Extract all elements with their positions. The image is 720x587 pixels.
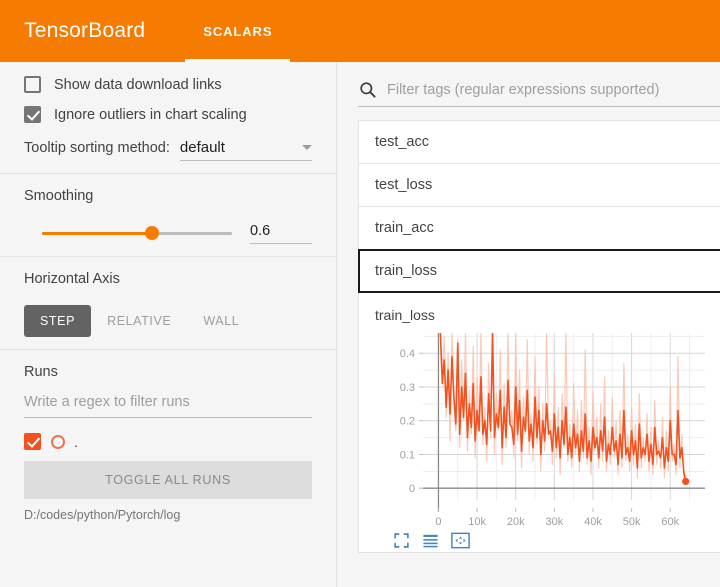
checkbox-ignore-outliers[interactable] <box>24 106 41 123</box>
logdir-path: D:/codes/python/Pytorch/log <box>24 508 181 522</box>
tag-filter-bar[interactable]: Filter tags (regular expressions support… <box>358 62 720 107</box>
axis-option-relative[interactable]: RELATIVE <box>91 305 187 337</box>
label-show-download-links: Show data download links <box>54 76 222 93</box>
svg-text:40k: 40k <box>584 516 602 528</box>
tooltip-sorting-value: default <box>179 139 225 156</box>
chart-toolbar <box>375 530 720 549</box>
toggle-all-runs-button[interactable]: TOGGLE ALL RUNS <box>24 461 312 499</box>
tag-filter-input[interactable]: Filter tags (regular expressions support… <box>387 82 659 98</box>
app-body: Show data download links Ignore outliers… <box>0 62 720 587</box>
data-table-icon[interactable] <box>421 532 440 549</box>
smoothing-slider-fill <box>42 231 153 235</box>
train-loss-chart[interactable]: 0 0.1 0.2 0.3 0.4 0 10k 20k 30k 40k 50k 60k <box>375 325 715 530</box>
runs-title: Runs <box>24 364 58 380</box>
tooltip-sorting-label: Tooltip sorting method: <box>24 140 170 156</box>
app-header: TensorBoard SCALARS <box>0 0 720 62</box>
expand-icon[interactable] <box>393 532 410 549</box>
tab-scalars[interactable]: SCALARS <box>185 0 291 62</box>
tag-card-test-loss[interactable]: test_loss <box>358 163 720 206</box>
horizontal-axis-toggle-group: STEP RELATIVE WALL <box>24 305 312 337</box>
svg-text:30k: 30k <box>545 516 563 528</box>
tooltip-sorting-row: Tooltip sorting method: default <box>24 139 312 161</box>
svg-text:0: 0 <box>409 483 415 495</box>
axis-option-step[interactable]: STEP <box>24 305 92 337</box>
svg-text:10k: 10k <box>468 516 486 528</box>
smoothing-row: 0.6 <box>24 222 312 244</box>
settings-sidebar: Show data download links Ignore outliers… <box>0 62 337 587</box>
run-name: . <box>74 433 78 450</box>
run-checkbox[interactable] <box>24 433 41 450</box>
app-title: TensorBoard <box>24 19 146 42</box>
fit-domain-icon[interactable] <box>451 532 470 549</box>
display-options-section: Show data download links Ignore outliers… <box>0 62 336 174</box>
tag-list: test_acc test_loss train_acc train_loss … <box>358 107 720 553</box>
tag-card-train-acc[interactable]: train_acc <box>358 206 720 249</box>
chevron-down-icon <box>302 145 312 150</box>
tab-bar: SCALARS <box>185 0 291 62</box>
label-ignore-outliers: Ignore outliers in chart scaling <box>54 106 247 123</box>
run-item-dot[interactable]: . <box>24 433 312 450</box>
tag-card-test-acc[interactable]: test_acc <box>358 120 720 163</box>
smoothing-title: Smoothing <box>24 188 94 204</box>
run-color-indicator <box>51 434 65 449</box>
search-icon <box>358 80 378 99</box>
horizontal-axis-title: Horizontal Axis <box>24 271 120 287</box>
svg-text:50k: 50k <box>623 516 641 528</box>
tab-scalars-label: SCALARS <box>203 23 273 39</box>
svg-text:0.2: 0.2 <box>400 416 415 428</box>
smoothing-slider[interactable] <box>42 226 232 240</box>
svg-text:0.1: 0.1 <box>400 449 415 461</box>
runs-filter-input[interactable]: Write a regex to filter runs <box>24 394 312 418</box>
chart-title: train_loss <box>375 307 435 323</box>
smoothing-value-field[interactable]: 0.6 <box>250 222 312 244</box>
svg-text:60k: 60k <box>661 516 679 528</box>
toggle-ignore-outliers[interactable]: Ignore outliers in chart scaling <box>24 106 312 123</box>
smoothing-section: Smoothing 0.6 <box>0 174 336 257</box>
smoothing-value: 0.6 <box>250 223 271 239</box>
svg-text:20k: 20k <box>507 516 525 528</box>
tag-card-train-loss[interactable]: train_loss <box>358 249 720 293</box>
toggle-show-download-links[interactable]: Show data download links <box>24 76 312 93</box>
svg-text:0: 0 <box>435 516 441 528</box>
checkbox-show-download-links[interactable] <box>24 76 41 93</box>
runs-section: Runs Write a regex to filter runs . TOGG… <box>0 350 336 534</box>
svg-text:0.3: 0.3 <box>400 382 415 394</box>
svg-text:0.4: 0.4 <box>400 348 415 360</box>
axis-option-wall[interactable]: WALL <box>187 305 255 337</box>
smoothing-slider-thumb[interactable] <box>145 226 160 240</box>
horizontal-axis-section: Horizontal Axis STEP RELATIVE WALL <box>0 257 336 350</box>
chart-card-train-loss: train_loss 0 0.1 0.2 0.3 0.4 0 10k 20k 30k 40k 50k… <box>358 293 720 553</box>
scalars-panel: Filter tags (regular expressions support… <box>337 62 720 587</box>
tooltip-sorting-select[interactable]: default <box>179 139 312 161</box>
